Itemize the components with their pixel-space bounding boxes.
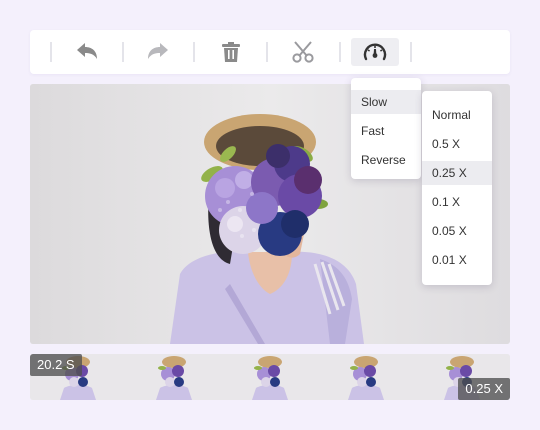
speed-menu-item-fast[interactable]: Fast [351, 119, 421, 143]
toolbar-divider [50, 42, 52, 62]
speed-option-0-25x[interactable]: 0.25 X [422, 161, 492, 185]
speed-option-0-5x[interactable]: 0.5 X [422, 132, 492, 156]
editing-toolbar [30, 30, 510, 74]
redo-icon [148, 43, 168, 59]
redo-button[interactable] [134, 38, 182, 66]
speed-submenu: Normal 0.5 X 0.25 X 0.1 X 0.05 X 0.01 X [422, 91, 492, 285]
scissors-icon [292, 41, 314, 63]
speed-option-0-05x[interactable]: 0.05 X [422, 219, 492, 243]
speed-button[interactable] [351, 38, 399, 66]
speedometer-icon [363, 43, 387, 61]
speed-option-normal[interactable]: Normal [422, 103, 492, 127]
toolbar-divider [122, 42, 124, 62]
speed-menu-item-reverse[interactable]: Reverse [351, 148, 421, 172]
duration-badge: 20.2 S [30, 354, 82, 376]
speed-badge: 0.25 X [458, 378, 510, 400]
speed-menu-item-slow[interactable]: Slow [351, 90, 421, 114]
timeline-frame-thumbnail [318, 354, 414, 400]
toolbar-divider [193, 42, 195, 62]
undo-icon [77, 43, 97, 59]
toolbar-divider [410, 42, 412, 62]
speed-option-0-01x[interactable]: 0.01 X [422, 248, 492, 272]
toolbar-divider [266, 42, 268, 62]
toolbar-divider [339, 42, 341, 62]
timeline-strip[interactable]: 20.2 S 0.25 X [30, 354, 510, 400]
undo-button[interactable] [63, 38, 111, 66]
timeline-frame-thumbnail [126, 354, 222, 400]
cut-button[interactable] [279, 38, 327, 66]
timeline-frame-thumbnail [222, 354, 318, 400]
delete-button[interactable] [207, 38, 255, 66]
speed-option-0-1x[interactable]: 0.1 X [422, 190, 492, 214]
speed-menu: Slow Fast Reverse [351, 78, 421, 179]
trash-icon [222, 42, 240, 62]
